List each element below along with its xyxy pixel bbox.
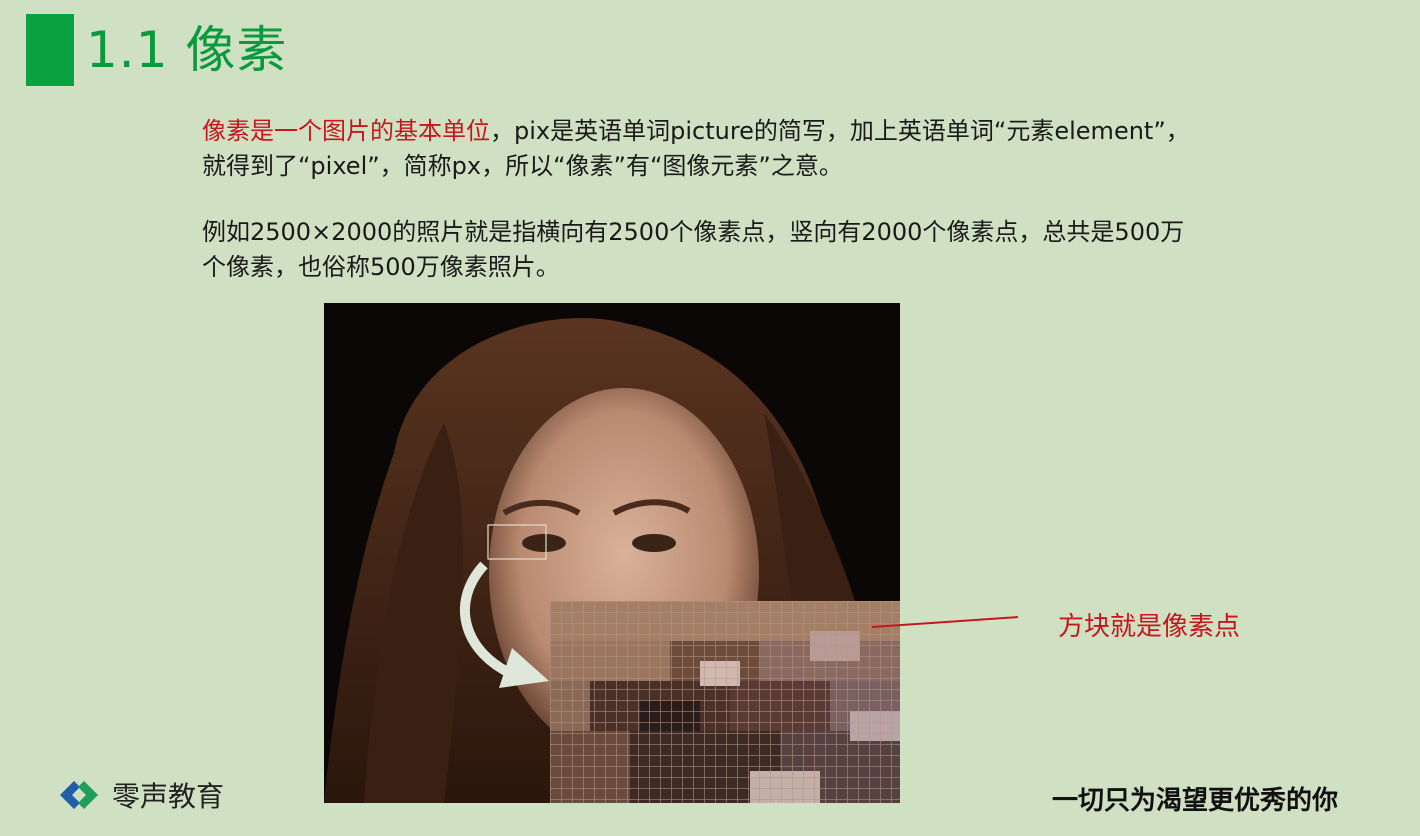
definition-paragraph: 像素是一个图片的基本单位，pix是英语单词picture的简写，加上英语单词“元… <box>202 114 1190 184</box>
example-line-2: 个像素，也俗称500万像素照片。 <box>202 253 560 281</box>
example-paragraph: 例如2500×2000的照片就是指横向有2500个像素点，竖向有2000个像素点… <box>202 215 1184 285</box>
callout-label: 方块就是像素点 <box>1058 612 1241 642</box>
pixel-grid-overlay <box>550 601 900 803</box>
portrait-photo <box>324 303 900 803</box>
title-accent-bar <box>26 14 74 86</box>
definition-line-2: 就得到了“pixel”，简称px，所以“像素”有“图像元素”之意。 <box>202 152 843 180</box>
logo-text: 零声教育 <box>112 780 225 813</box>
logo-icon <box>60 781 98 809</box>
slogan: 一切只为渴望更优秀的你 <box>1052 786 1339 816</box>
definition-highlight: 像素是一个图片的基本单位 <box>202 117 490 145</box>
definition-line-1: 像素是一个图片的基本单位，pix是英语单词picture的简写，加上英语单词“元… <box>202 114 1190 149</box>
example-line-1: 例如2500×2000的照片就是指横向有2500个像素点，竖向有2000个像素点… <box>202 218 1185 246</box>
brand-logo: 零声教育 <box>56 776 224 814</box>
page-title: 1.1 像素 <box>86 21 288 79</box>
definition-line-1-rest: ，pix是英语单词picture的简写，加上英语单词“元素element”， <box>490 117 1190 145</box>
pixel-zoom-inset <box>550 601 900 803</box>
